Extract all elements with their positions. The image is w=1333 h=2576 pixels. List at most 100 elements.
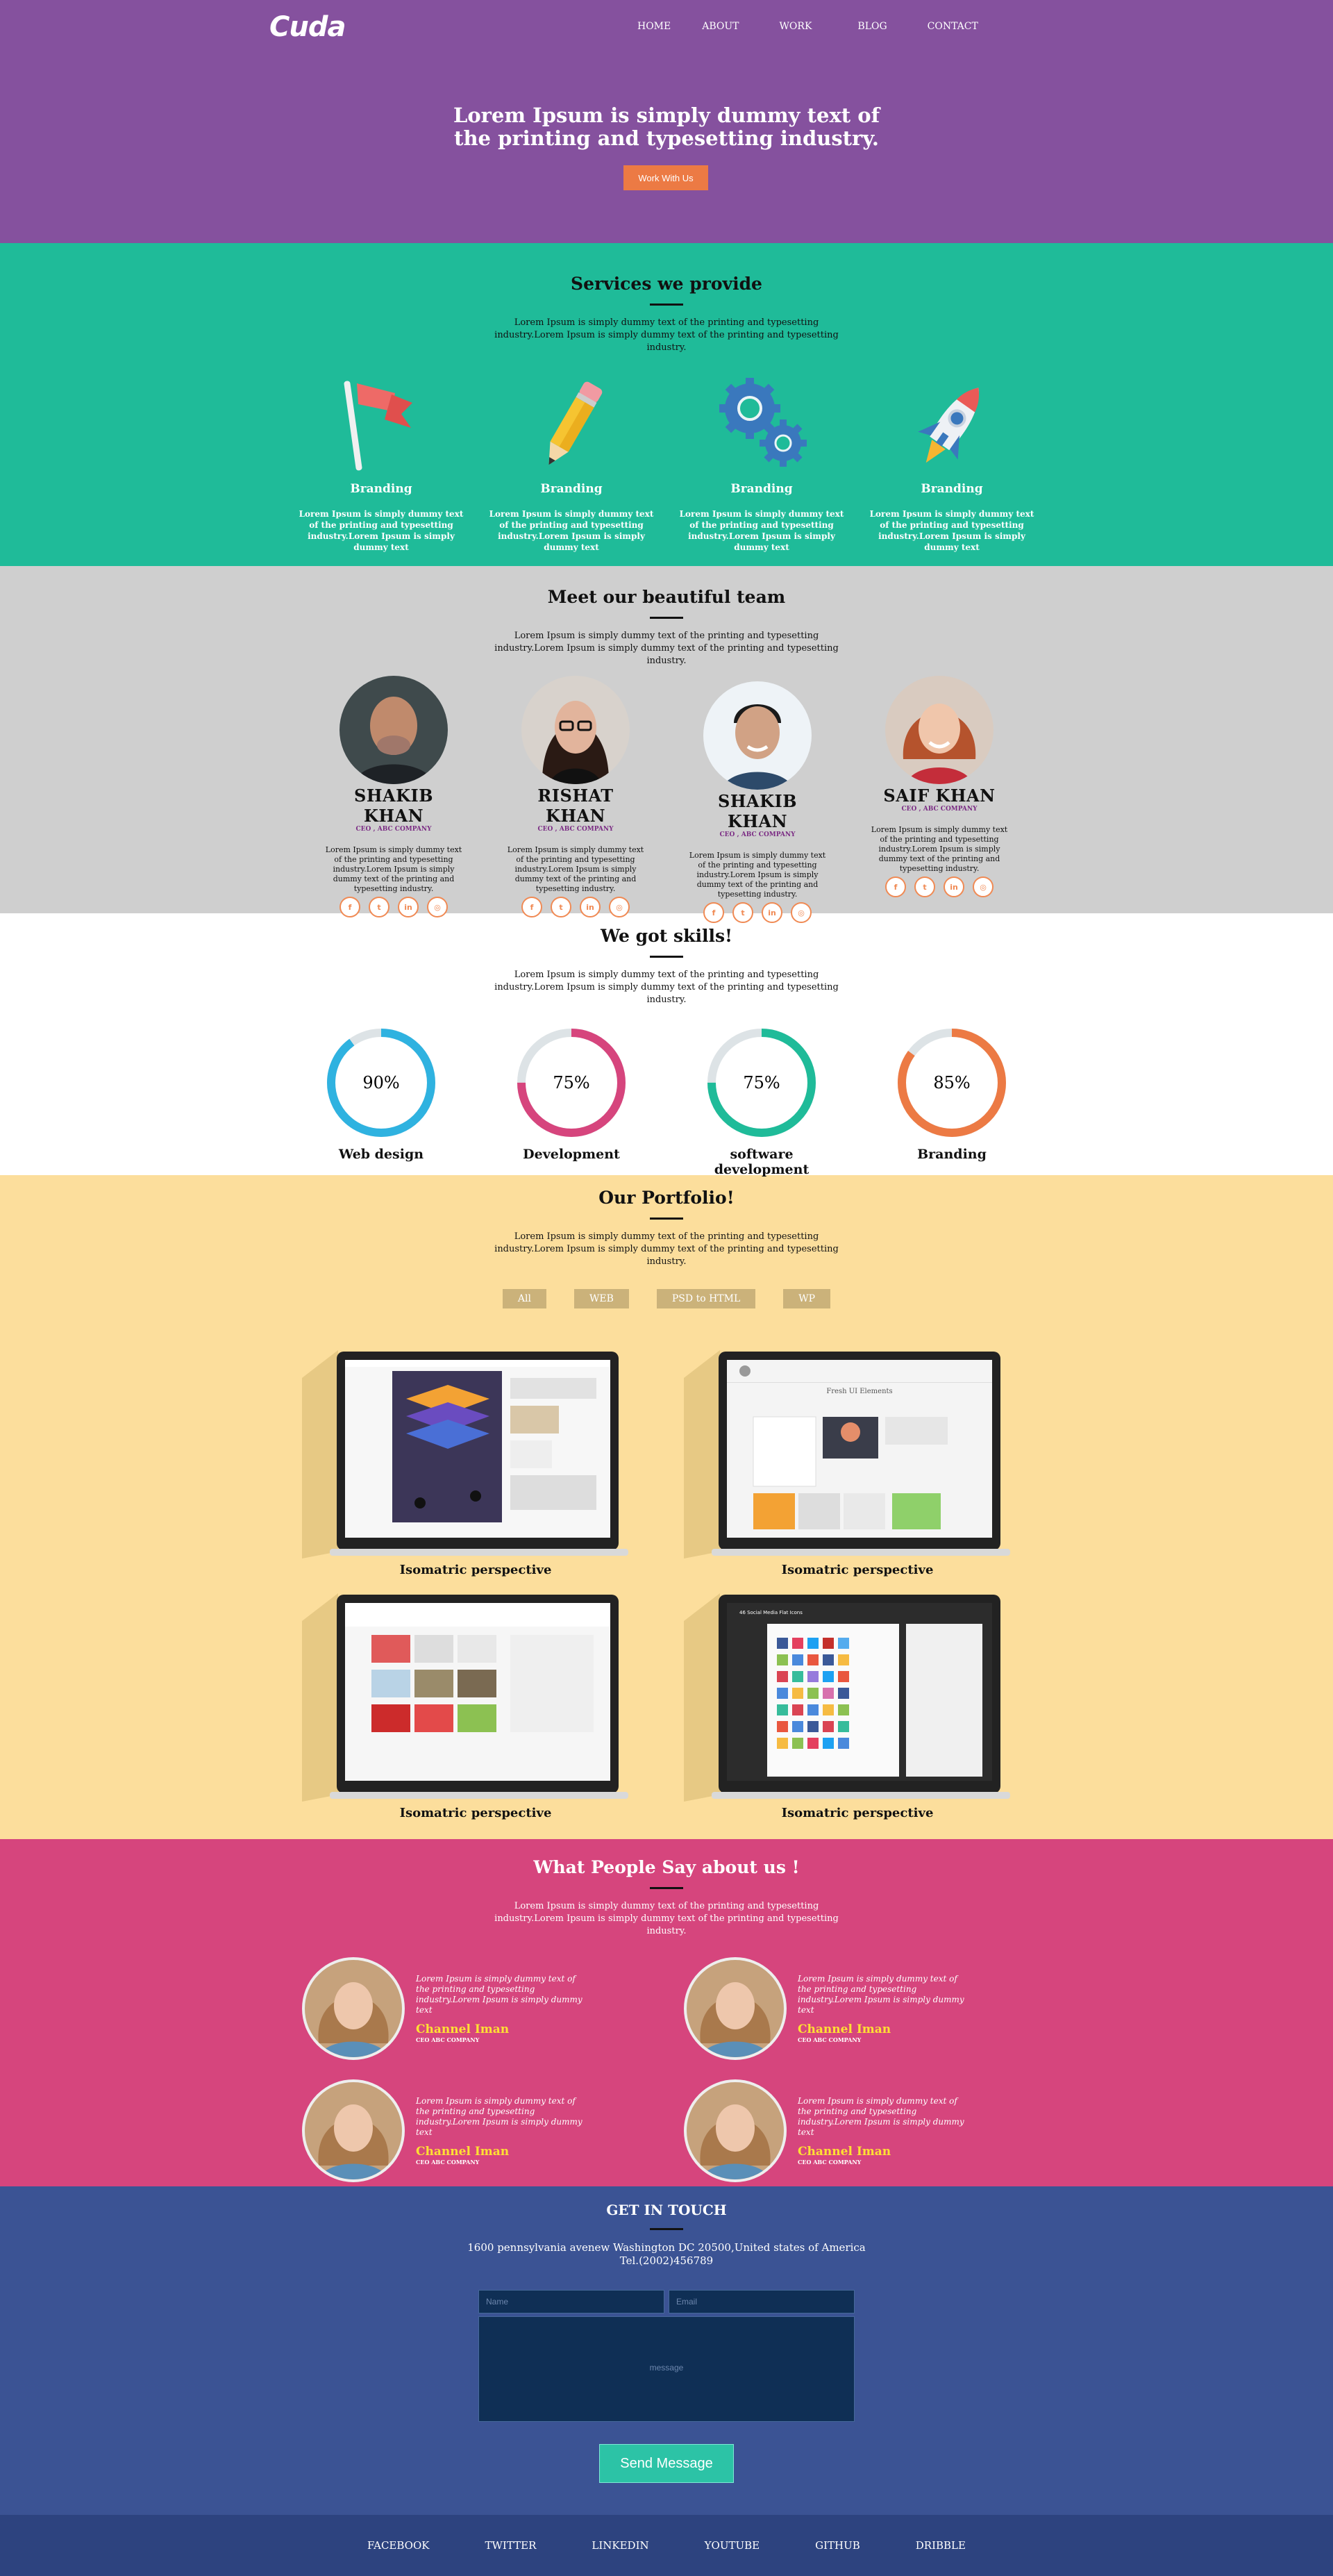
gears-icon	[719, 378, 807, 467]
facebook-icon[interactable]: f	[885, 876, 906, 897]
team-member: SAIF KHAN CEO , ABC COMPANY Lorem Ipsum …	[870, 676, 1009, 923]
testimonial-quote: Lorem Ipsum is simply dummy text of the …	[798, 2096, 964, 2137]
services-section: Services we provide Lorem Ipsum is simpl…	[0, 243, 1333, 566]
flag-icon	[344, 381, 412, 471]
member-name: SHAKIB KHAN	[354, 786, 433, 826]
title-divider	[650, 956, 683, 958]
member-name: SAIF KHAN	[883, 786, 996, 806]
team-member: SHAKIB KHAN CEO , ABC COMPANY Lorem Ipsu…	[688, 681, 827, 923]
footer-link-twitter[interactable]: TWITTER	[485, 2539, 536, 2552]
service-card: Branding Lorem Ipsum is simply dummy tex…	[678, 374, 845, 553]
message-textarea[interactable]	[478, 2316, 855, 2422]
filter-web-button[interactable]: WEB	[573, 1289, 629, 1308]
contact-address: 1600 pennsylvania avenew Washington DC 2…	[467, 2241, 866, 2254]
portfolio-item[interactable]: Isomatric perspective	[302, 1593, 649, 1836]
member-role: CEO , ABC COMPANY	[719, 831, 796, 838]
portfolio-title: Our Portfolio!	[598, 1188, 735, 1208]
title-divider	[650, 2228, 683, 2230]
contact-form: Send Message	[478, 2290, 855, 2483]
team-intro: Lorem Ipsum is simply dummy text of the …	[494, 631, 839, 666]
member-bio: Lorem Ipsum is simply dummy text of the …	[507, 845, 644, 893]
avatar	[302, 1957, 405, 2060]
testimonials-grid: Lorem Ipsum is simply dummy text of the …	[0, 1957, 1333, 2182]
testimonials-section: What People Say about us ! Lorem Ipsum i…	[0, 1839, 1333, 2186]
linkedin-icon[interactable]: in	[580, 897, 601, 917]
portfolio-item[interactable]: Isomatric perspective	[302, 1350, 649, 1593]
rocket-icon	[918, 388, 980, 463]
avatar	[302, 2079, 405, 2182]
member-role: CEO , ABC COMPANY	[537, 826, 614, 833]
services-title: Services we provide	[571, 274, 762, 294]
testimonial-name: Channel Iman	[416, 2145, 510, 2159]
testimonial-card: Lorem Ipsum is simply dummy text of the …	[302, 2079, 649, 2182]
linkedin-icon[interactable]: in	[762, 902, 782, 923]
twitter-icon[interactable]: t	[551, 897, 571, 917]
skill-label: software development	[714, 1147, 810, 1177]
service-title: Branding	[540, 482, 603, 496]
nav-blog[interactable]: BLOG	[857, 21, 887, 32]
facebook-icon[interactable]: f	[521, 897, 542, 917]
service-title: Branding	[730, 482, 793, 496]
filter-all-button[interactable]: All	[502, 1289, 546, 1308]
portfolio-item-title: Isomatric perspective	[399, 1563, 552, 1577]
testimonials-intro: Lorem Ipsum is simply dummy text of the …	[494, 1901, 839, 1936]
twitter-icon[interactable]: t	[369, 897, 389, 917]
name-input[interactable]	[478, 2290, 664, 2313]
linkedin-icon[interactable]: in	[398, 897, 419, 917]
services-intro: Lorem Ipsum is simply dummy text of the …	[494, 317, 839, 353]
skills-list: 90% Web design 75% Development 75% softw…	[0, 1027, 1333, 1177]
contact-phone: Tel.(2002)456789	[619, 2254, 714, 2267]
social-links: f t in ◎	[688, 902, 827, 923]
footer-link-github[interactable]: GITHUB	[815, 2539, 860, 2552]
portfolio-intro: Lorem Ipsum is simply dummy text of the …	[494, 1231, 839, 1267]
testimonial-card: Lorem Ipsum is simply dummy text of the …	[302, 1957, 649, 2060]
team-member: RISHAT KHAN CEO , ABC COMPANY Lorem Ipsu…	[506, 676, 645, 923]
title-divider	[650, 1218, 683, 1220]
footer-link-dribble[interactable]: DRIBBLE	[916, 2539, 966, 2552]
avatar	[684, 2079, 787, 2182]
avatar	[521, 676, 630, 784]
title-divider	[650, 617, 683, 619]
nav-work[interactable]: WORK	[780, 21, 812, 32]
title-divider	[650, 304, 683, 306]
site-logo[interactable]: Cuda	[269, 11, 346, 43]
screen-caption: 46 Social Media Flat Icons	[739, 1610, 803, 1615]
work-with-us-button[interactable]: Work With Us	[623, 165, 708, 190]
skills-intro: Lorem Ipsum is simply dummy text of the …	[494, 970, 839, 1005]
nav-contact[interactable]: CONTACT	[928, 21, 978, 32]
avatar	[703, 681, 812, 790]
facebook-icon[interactable]: f	[703, 902, 724, 923]
footer-link-youtube[interactable]: YOUTUBE	[705, 2539, 760, 2552]
portfolio-item[interactable]: 46 Social Media Flat Icons Isomatric per…	[684, 1593, 1031, 1836]
skill-percent: 90%	[362, 1073, 399, 1092]
instagram-icon[interactable]: ◎	[973, 876, 994, 897]
linkedin-icon[interactable]: in	[944, 876, 964, 897]
skills-title: We got skills!	[601, 926, 732, 946]
portfolio-item[interactable]: Fresh UI Elements Isomatric perspective	[684, 1350, 1031, 1593]
nav-about[interactable]: ABOUT	[702, 21, 739, 32]
email-input[interactable]	[669, 2290, 855, 2313]
send-message-button[interactable]: Send Message	[599, 2444, 734, 2483]
filter-psd-to-html-button[interactable]: PSD to HTML	[656, 1289, 756, 1308]
portfolio-item-title: Isomatric perspective	[781, 1563, 934, 1577]
social-links: f t in ◎	[324, 897, 463, 917]
nav-home[interactable]: HOME	[637, 21, 671, 32]
pencil-icon	[548, 381, 603, 465]
instagram-icon[interactable]: ◎	[609, 897, 630, 917]
twitter-icon[interactable]: t	[732, 902, 753, 923]
avatar	[885, 676, 994, 784]
instagram-icon[interactable]: ◎	[791, 902, 812, 923]
facebook-icon[interactable]: f	[339, 897, 360, 917]
testimonial-company: CEO ABC COMPANY	[798, 2159, 862, 2166]
member-bio: Lorem Ipsum is simply dummy text of the …	[871, 825, 1008, 873]
skill-item: 75% software development	[706, 1027, 817, 1177]
filter-wp-button[interactable]: WP	[783, 1289, 831, 1308]
contact-address-block: 1600 pennsylvania avenew Washington DC 2…	[0, 2241, 1333, 2268]
twitter-icon[interactable]: t	[914, 876, 935, 897]
footer-link-linkedin[interactable]: LINKEDIN	[592, 2539, 648, 2552]
instagram-icon[interactable]: ◎	[427, 897, 448, 917]
service-text: Lorem Ipsum is simply dummy text of the …	[679, 509, 844, 552]
service-card: Branding Lorem Ipsum is simply dummy tex…	[869, 374, 1035, 553]
footer-link-facebook[interactable]: FACEBOOK	[367, 2539, 429, 2552]
skill-item: 90% Web design	[326, 1027, 437, 1177]
